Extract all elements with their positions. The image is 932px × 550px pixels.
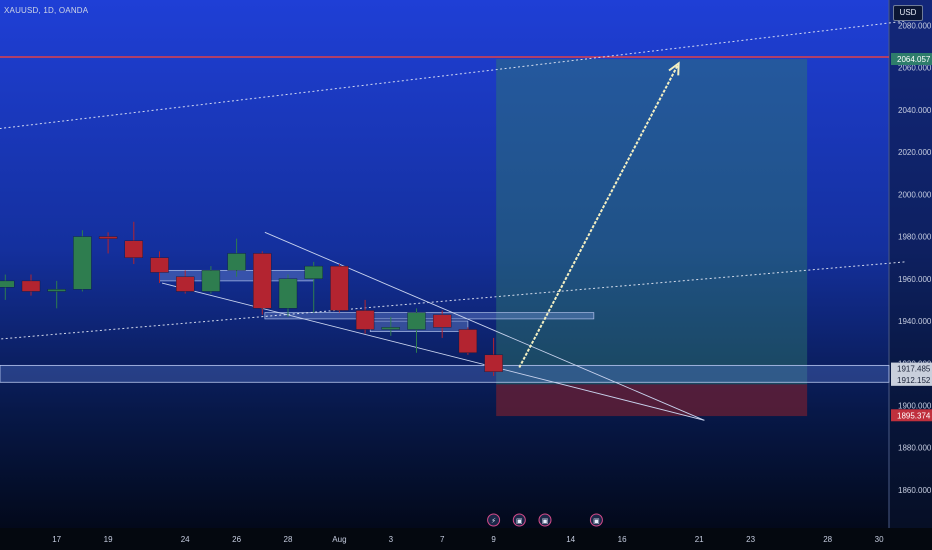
price-label: 1912.152	[897, 376, 931, 385]
x-tick-label: 21	[695, 535, 704, 544]
y-tick-label: 1900.000	[898, 402, 932, 411]
x-tick-label: Aug	[332, 535, 346, 544]
y-tick-label: 2080.000	[898, 21, 932, 30]
price-label: 1917.485	[897, 365, 931, 374]
y-tick-label: 1860.000	[898, 486, 932, 495]
candle-body	[278, 278, 298, 309]
candle-body	[0, 280, 15, 288]
candle-body	[227, 253, 246, 271]
event-marker-glyph: ▣	[516, 517, 523, 525]
event-marker-glyph: ▣	[542, 517, 549, 525]
candle-body	[73, 236, 92, 290]
candle-body	[253, 253, 272, 309]
x-tick-label: 30	[875, 535, 884, 544]
x-tick-label: 23	[746, 535, 755, 544]
candle-body	[98, 236, 118, 239]
price-chart[interactable]: 2080.0002060.0002040.0002020.0002000.000…	[0, 0, 932, 550]
candle-body	[433, 314, 452, 328]
stop-zone	[496, 384, 808, 417]
y-tick-label: 2020.000	[898, 148, 932, 157]
candle-body	[150, 257, 169, 273]
y-tick-label: 1880.000	[898, 444, 932, 453]
candle-body	[21, 280, 41, 292]
candle-body	[124, 240, 144, 258]
support-zone	[0, 364, 890, 383]
candle-body	[355, 310, 375, 330]
candle-body	[175, 276, 195, 292]
x-tick-label: 28	[823, 535, 832, 544]
candle-body	[201, 270, 221, 292]
x-tick-label: 3	[389, 535, 394, 544]
y-tick-label: 2000.000	[898, 190, 932, 199]
candle-body	[47, 289, 66, 292]
x-tick-label: 26	[232, 535, 241, 544]
time-axis-panel	[0, 528, 932, 550]
target-zone	[496, 59, 808, 385]
candle-body	[407, 312, 426, 330]
x-tick-label: 14	[566, 535, 575, 544]
y-tick-label: 1960.000	[898, 275, 932, 284]
x-tick-label: 24	[181, 535, 190, 544]
y-tick-label: 1980.000	[898, 233, 932, 242]
x-tick-label: 28	[284, 535, 293, 544]
currency-button[interactable]: USD	[893, 5, 923, 21]
x-tick-label: 17	[52, 535, 61, 544]
event-marker-glyph: ▣	[593, 517, 600, 525]
candle-body	[381, 327, 400, 330]
candle-body	[484, 354, 503, 372]
symbol-title: XAUUSD, 1D, OANDA	[4, 6, 89, 15]
x-tick-label: 19	[104, 535, 113, 544]
price-label: 2064.057	[897, 55, 931, 64]
x-tick-label: 16	[618, 535, 627, 544]
event-marker-glyph: ⚡	[491, 517, 496, 525]
candle-body	[458, 329, 478, 353]
x-tick-label: 7	[440, 535, 445, 544]
y-tick-label: 2040.000	[898, 106, 932, 115]
candle-body	[330, 265, 349, 311]
candle-body	[304, 265, 323, 279]
price-label: 1895.374	[897, 411, 931, 420]
y-tick-label: 1940.000	[898, 317, 932, 326]
x-tick-label: 9	[491, 535, 496, 544]
chart-window: 2080.000 2060.000 2040.000 2020.000 2000.000…	[0, 0, 932, 550]
